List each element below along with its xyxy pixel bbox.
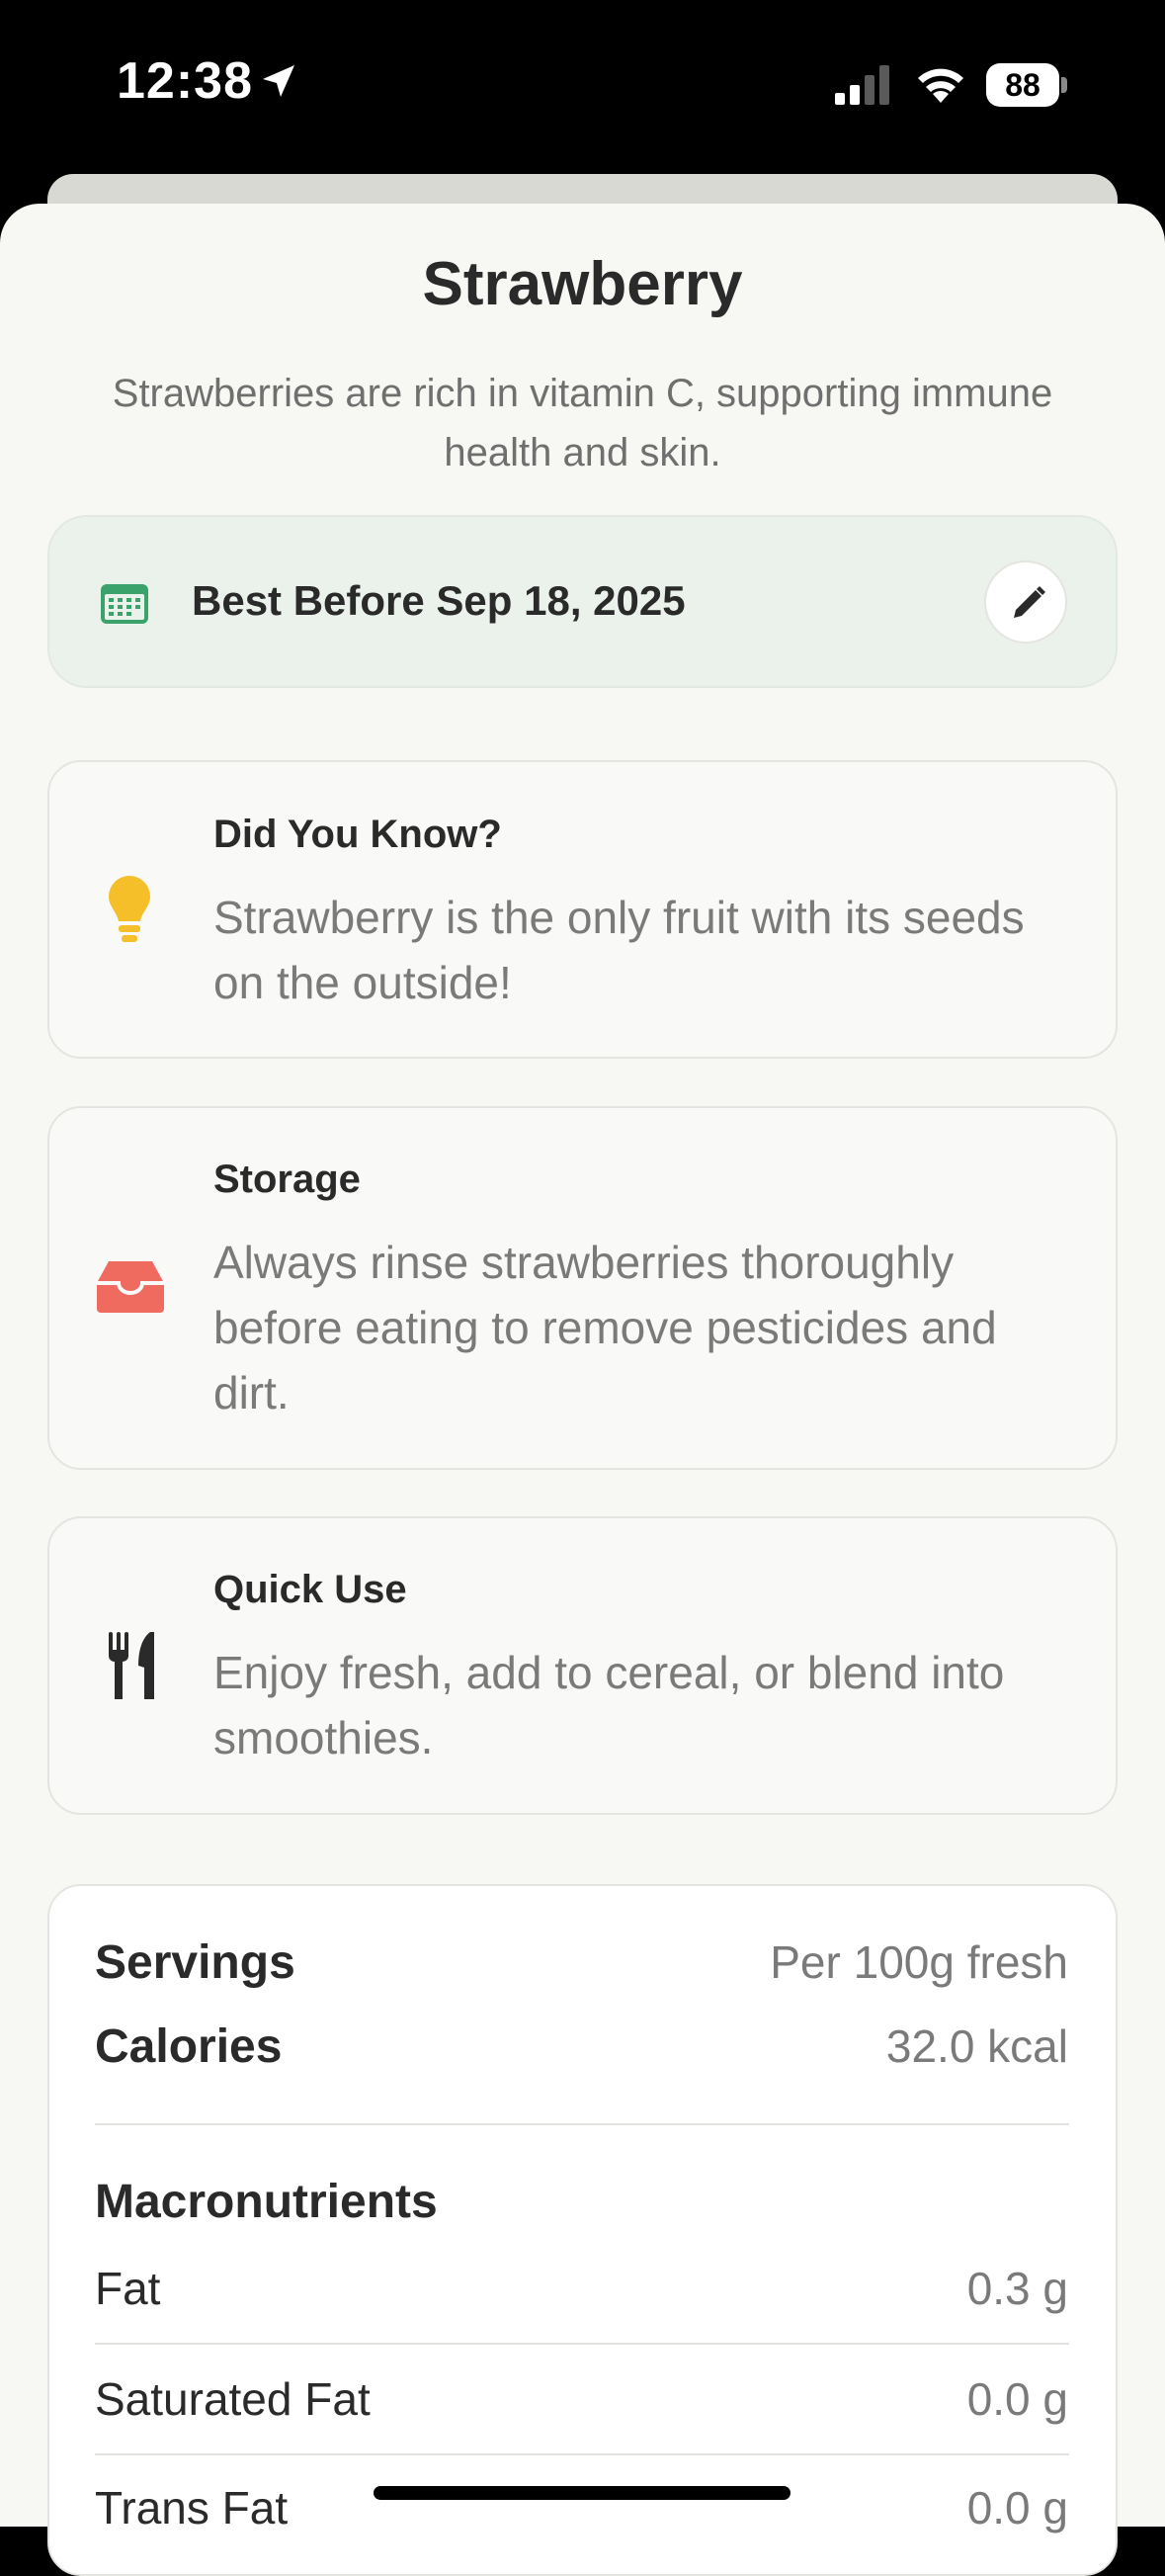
divider — [95, 2343, 1069, 2345]
battery-level: 88 — [1005, 67, 1040, 103]
nutrient-value: 0.0 g — [966, 2373, 1068, 2425]
card-body: Enjoy fresh, add to cereal, or blend int… — [213, 1647, 1005, 1763]
status-time: 12:38 — [117, 52, 253, 110]
servings-label: Servings — [95, 1936, 295, 1989]
calendar-icon — [101, 584, 148, 624]
status-bar: 12:38 88 — [0, 0, 1165, 168]
nutrient-value: 0.3 g — [966, 2263, 1068, 2314]
nutrient-label: Saturated Fat — [95, 2373, 371, 2425]
food-subtitle: Strawberries are rich in vitamin C, supp… — [112, 372, 1053, 474]
battery-tip — [1061, 77, 1067, 93]
divider — [95, 2453, 1069, 2455]
pencil-icon — [1014, 586, 1045, 618]
macronutrients-heading: Macronutrients — [95, 2176, 438, 2228]
lightbulb-icon — [109, 876, 150, 942]
calories-value: 32.0 kcal — [885, 2020, 1068, 2072]
food-title: Strawberry — [422, 250, 743, 318]
edit-date-button[interactable] — [984, 560, 1067, 644]
tray-icon — [97, 1261, 164, 1313]
card-title: Did You Know? — [213, 813, 502, 856]
nutrient-label: Fat — [95, 2263, 161, 2314]
calories-label: Calories — [95, 2020, 283, 2073]
fork-knife-icon — [109, 1632, 154, 1699]
cellular-signal-icon — [835, 65, 889, 105]
card-title: Storage — [213, 1158, 361, 1201]
home-indicator[interactable] — [374, 2486, 791, 2500]
card-body: Always rinse strawberries thoroughly bef… — [213, 1237, 997, 1418]
divider — [95, 2123, 1069, 2125]
card-title: Quick Use — [213, 1568, 407, 1611]
battery-indicator: 88 — [986, 63, 1059, 107]
servings-value: Per 100g fresh — [770, 1936, 1068, 1988]
wifi-icon — [918, 68, 963, 103]
card-body: Strawberry is the only fruit with its se… — [213, 892, 1025, 1008]
location-arrow-icon — [263, 65, 294, 97]
best-before-label: Best Before Sep 18, 2025 — [192, 577, 686, 624]
